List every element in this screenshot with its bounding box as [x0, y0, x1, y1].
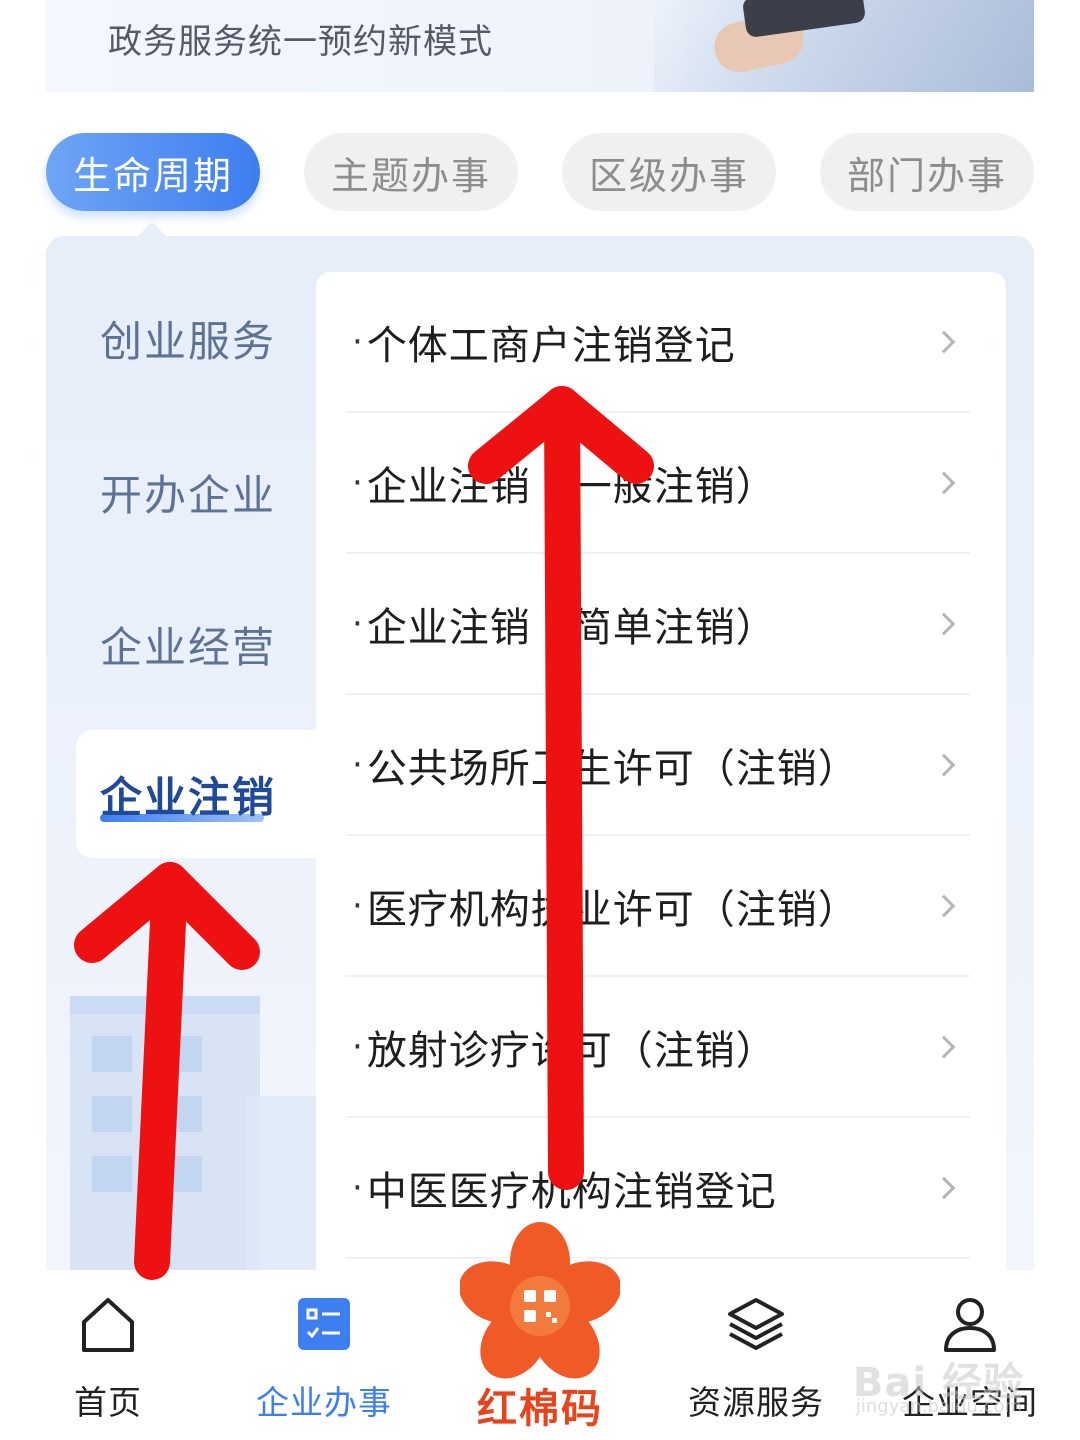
tab-theme-services[interactable]: 主题办事 [304, 133, 518, 211]
chevron-right-icon [932, 612, 956, 635]
watermark-url: jingyan.baidu.com [855, 1396, 1022, 1417]
sidebar-item-label: 创业服务 [100, 316, 277, 366]
chevron-right-icon [932, 753, 956, 776]
kapok-flower-qr-icon [460, 1222, 620, 1379]
tab-district-services[interactable]: 区级办事 [562, 133, 776, 211]
chevron-right-icon [932, 1035, 956, 1058]
building-window [162, 1156, 202, 1192]
nav-kapok-code[interactable]: 红棉码 [440, 1218, 640, 1438]
chevron-right-icon [932, 471, 956, 494]
list-item[interactable]: · 个体工商户注销登记 [346, 272, 970, 413]
tab-lifecycle[interactable]: 生命周期 [46, 133, 260, 211]
bullet: · [352, 462, 363, 503]
tab-department-services[interactable]: 部门办事 [820, 133, 1034, 211]
list-item-label: 中医医疗机构注销登记 [366, 1168, 777, 1215]
chevron-right-icon [932, 330, 956, 353]
service-list: · 个体工商户注销登记 · 企业注销（一般注销） · 企业注销（简单注销） · … [316, 272, 1006, 1270]
list-item[interactable]: · 企业注销（一般注销） [346, 413, 970, 554]
building-illustration-small [246, 1096, 316, 1270]
sidebar-item-label: 企业注销 [100, 772, 277, 822]
list-item-label: 放射诊疗许可（注销） [366, 1027, 777, 1074]
list-item-label: 个体工商户注销登记 [366, 322, 736, 369]
nav-center-label: 红棉码 [477, 1386, 603, 1432]
list-item-label: 医疗机构执业许可（注销） [366, 886, 859, 933]
nav-business-services[interactable]: 企业办事 [234, 1288, 414, 1428]
top-banner[interactable]: 政务服务统一预约新模式 [46, 0, 1034, 92]
sidebar-item-business-deregistration[interactable]: 企业注销 [76, 730, 326, 858]
active-tab-pointer [138, 222, 166, 236]
bullet: · [352, 1026, 363, 1067]
list-item-label: 企业注销（简单注销） [366, 604, 777, 651]
sidebar-item-label: 开办企业 [100, 470, 277, 520]
nav-label: 资源服务 [688, 1383, 824, 1422]
list-item[interactable]: · 医疗机构执业许可（注销） [346, 836, 970, 977]
chevron-right-icon [932, 1176, 956, 1199]
bullet: · [352, 321, 363, 362]
nav-resource-services[interactable]: 资源服务 [666, 1288, 846, 1428]
sidebar-item-business-operation[interactable]: 企业经营 [46, 580, 316, 708]
building-roof [70, 996, 260, 1014]
banner-subtitle: 政务服务统一预约新模式 [108, 22, 493, 62]
bullet: · [352, 885, 363, 926]
building-window [162, 1036, 202, 1072]
chevron-right-icon [932, 894, 956, 917]
building-window [92, 1156, 132, 1192]
layers-icon [728, 1298, 784, 1350]
list-item[interactable]: · 放射诊疗许可（注销） [346, 977, 970, 1118]
sidebar-item-label: 企业经营 [100, 622, 277, 672]
list-item-label: 企业注销（一般注销） [366, 463, 777, 510]
bullet: · [352, 744, 363, 785]
nav-home[interactable]: 首页 [18, 1288, 198, 1428]
nav-label: 首页 [74, 1383, 142, 1422]
bullet: · [352, 1167, 363, 1208]
category-tabs: 生命周期 主题办事 区级办事 部门办事 [46, 133, 1034, 211]
list-item[interactable]: · 企业注销（简单注销） [346, 554, 970, 695]
list-item-label: 公共场所卫生许可（注销） [366, 745, 859, 792]
sidebar-item-open-business[interactable]: 开办企业 [46, 428, 316, 556]
home-icon [82, 1298, 134, 1352]
bullet: · [352, 603, 363, 644]
nav-label: 企业办事 [256, 1383, 392, 1422]
sidebar-item-startup-services[interactable]: 创业服务 [46, 274, 316, 402]
checklist-icon [298, 1298, 350, 1350]
building-window [162, 1096, 202, 1132]
user-icon [944, 1298, 996, 1352]
service-panel: 创业服务 开办企业 企业经营 企业注销 · 个体工商户注销登记 · 企业注销（一… [46, 236, 1034, 1270]
building-window [92, 1036, 132, 1072]
building-illustration [70, 996, 260, 1270]
building-window [92, 1096, 132, 1132]
list-item[interactable]: · 公共场所卫生许可（注销） [346, 695, 970, 836]
